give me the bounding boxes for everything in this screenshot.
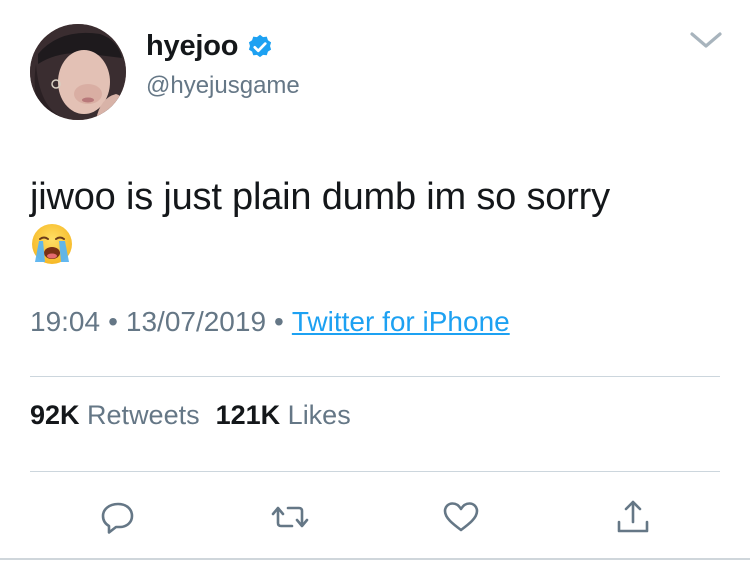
divider	[30, 471, 720, 472]
reply-icon[interactable]	[98, 497, 138, 537]
heart-icon[interactable]	[441, 497, 481, 537]
tweet-time: 19:04	[30, 306, 101, 337]
display-name[interactable]: hyejoo	[146, 30, 238, 63]
chevron-down-icon[interactable]	[688, 28, 724, 52]
meta-separator: •	[274, 306, 284, 337]
likes-count: 121K	[215, 400, 281, 430]
tweet-text: jiwoo is just plain dumb im so sorry	[30, 172, 710, 273]
share-icon[interactable]	[613, 497, 653, 537]
loudly-crying-face-icon	[30, 222, 74, 266]
verified-badge-icon	[246, 33, 274, 61]
tweet-source-link[interactable]: Twitter for iPhone	[292, 306, 510, 337]
likes-stat[interactable]: 121K Likes	[216, 400, 351, 430]
avatar-photo	[30, 24, 126, 120]
retweets-stat[interactable]: 92K Retweets	[30, 400, 200, 430]
tweet-stats: 92K Retweets 121K Likes	[30, 400, 351, 431]
retweets-label: Retweets	[87, 400, 200, 430]
divider	[30, 376, 720, 377]
bottom-border	[0, 558, 750, 560]
avatar[interactable]	[30, 24, 126, 120]
tweet-date: 13/07/2019	[125, 306, 267, 337]
tweet-body: jiwoo is just plain dumb im so sorry	[30, 176, 610, 218]
retweets-count: 92K	[30, 400, 80, 430]
username[interactable]: @hyejusgame	[146, 72, 300, 100]
tweet-card: hyejoo @hyejusgame jiwoo is just plain d…	[0, 0, 750, 563]
display-name-row: hyejoo	[146, 30, 274, 63]
retweet-icon[interactable]	[270, 497, 310, 537]
likes-label: Likes	[287, 400, 351, 430]
tweet-meta: 19:04 • 13/07/2019 • Twitter for iPhone	[30, 306, 510, 338]
meta-separator: •	[108, 306, 118, 337]
